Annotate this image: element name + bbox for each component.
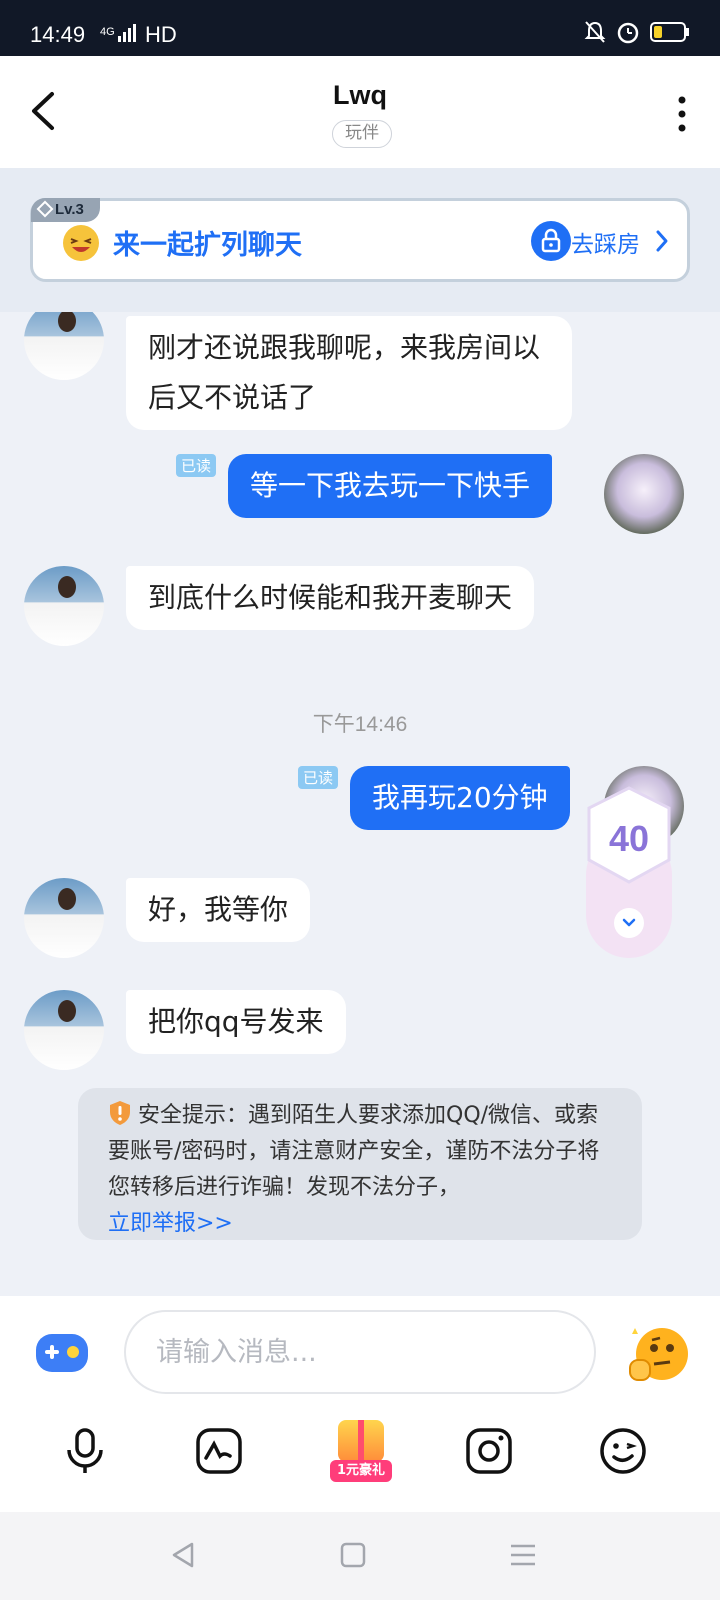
scroll-down-button[interactable] bbox=[614, 908, 644, 938]
chevron-down-icon bbox=[622, 918, 636, 927]
network-type: 4G bbox=[100, 26, 115, 38]
shield-warning-icon bbox=[108, 1100, 132, 1126]
relationship-tag: 玩伴 bbox=[332, 120, 392, 148]
emoji-icon[interactable] bbox=[598, 1426, 648, 1476]
mute-icon bbox=[584, 20, 606, 48]
chevron-right-icon bbox=[655, 229, 669, 257]
user-avatar[interactable] bbox=[604, 454, 684, 534]
contact-avatar[interactable] bbox=[24, 312, 104, 380]
room-banner-text: 来一起扩列聊天 bbox=[113, 230, 302, 261]
alarm-icon bbox=[616, 20, 640, 48]
sticker-icon[interactable] bbox=[194, 1426, 244, 1476]
contact-avatar[interactable] bbox=[24, 878, 104, 958]
contact-avatar[interactable] bbox=[24, 566, 104, 646]
lock-icon bbox=[531, 221, 571, 261]
chat-timestamp: 下午14:46 bbox=[312, 713, 408, 736]
level-label: Lv.3 bbox=[55, 201, 84, 218]
room-banner[interactable]: Lv.3 来一起扩列聊天 去踩房 bbox=[30, 198, 690, 282]
signal-icon bbox=[118, 24, 140, 46]
counter-background bbox=[586, 786, 672, 958]
message-bubble-received[interactable]: 好，我等你 bbox=[126, 878, 311, 942]
more-options-button[interactable] bbox=[674, 94, 690, 134]
status-bar: 14:49 4G HD bbox=[0, 0, 720, 56]
safety-notice-text: 安全提示：遇到陌生人要求添加QQ/微信、或索要账号/密码时，请注意财产安全，谨防… bbox=[108, 1103, 600, 1200]
input-bar bbox=[0, 1296, 720, 1400]
game-controller-icon[interactable] bbox=[34, 1328, 90, 1376]
chat-messages[interactable]: 刚才还说跟我聊呢，来我房间以后又不说话了 已读 等一下我去玩一下快手 到底什么时… bbox=[0, 312, 720, 1296]
message-bubble-received[interactable]: 把你qq号发来 bbox=[126, 990, 346, 1054]
nav-back-icon[interactable] bbox=[168, 1540, 198, 1570]
chat-header: Lwq 玩伴 bbox=[0, 56, 720, 168]
gift-ribbon bbox=[358, 1420, 364, 1462]
thinking-emoji-icon[interactable] bbox=[626, 1324, 692, 1386]
hd-indicator: HD bbox=[145, 22, 177, 47]
battery-icon bbox=[650, 21, 690, 47]
microphone-icon[interactable] bbox=[60, 1426, 110, 1476]
camera-icon[interactable] bbox=[464, 1426, 514, 1476]
chat-title: Lwq bbox=[333, 80, 387, 110]
message-bubble-received[interactable]: 到底什么时候能和我开麦聊天 bbox=[126, 566, 535, 630]
message-bubble-sent[interactable]: 我再玩20分钟 bbox=[350, 766, 570, 830]
status-time: 14:49 bbox=[30, 22, 86, 47]
diamond-icon bbox=[36, 200, 54, 218]
gift-button[interactable]: 1元豪礼 bbox=[330, 1414, 392, 1484]
more-vertical-icon bbox=[678, 96, 686, 132]
message-input[interactable] bbox=[124, 1310, 596, 1394]
safety-notice: 安全提示：遇到陌生人要求添加QQ/微信、或索要账号/密码时，请注意财产安全，谨防… bbox=[78, 1088, 642, 1240]
system-nav-bar bbox=[0, 1512, 720, 1600]
contact-avatar[interactable] bbox=[24, 990, 104, 1070]
laughing-emoji-icon bbox=[63, 225, 99, 261]
nav-menu-icon[interactable] bbox=[508, 1540, 538, 1570]
message-bubble-sent[interactable]: 等一下我去玩一下快手 bbox=[228, 454, 553, 518]
read-badge: 已读 bbox=[176, 454, 217, 477]
gift-label: 1元豪礼 bbox=[330, 1460, 392, 1482]
message-bubble-received[interactable]: 刚才还说跟我聊呢，来我房间以后又不说话了 bbox=[126, 316, 572, 430]
bottom-toolbar: 1元豪礼 bbox=[0, 1400, 720, 1512]
floating-counter[interactable]: 40 bbox=[584, 782, 684, 972]
counter-value: 40 bbox=[608, 818, 650, 859]
report-link[interactable]: 立即举报>> bbox=[108, 1211, 233, 1236]
nav-home-icon[interactable] bbox=[338, 1540, 368, 1570]
level-badge: Lv.3 bbox=[31, 198, 100, 222]
visit-room-link[interactable]: 去踩房 bbox=[571, 225, 640, 259]
read-badge: 已读 bbox=[298, 766, 339, 789]
room-banner-area: Lv.3 来一起扩列聊天 去踩房 bbox=[0, 168, 720, 312]
